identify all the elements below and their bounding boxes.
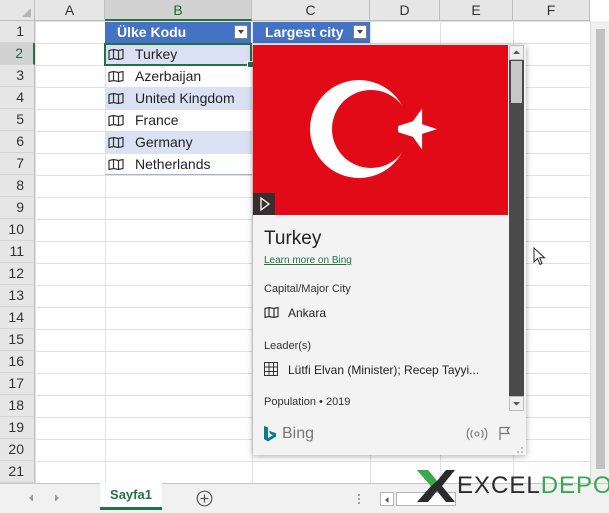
table-icon[interactable] bbox=[264, 362, 278, 376]
select-all-corner[interactable] bbox=[0, 0, 35, 21]
tab-scroll-right-icon[interactable] bbox=[52, 493, 62, 503]
row-header-6[interactable]: 6 bbox=[0, 131, 35, 153]
table-header-country-code[interactable]: Ülke Kodu bbox=[105, 22, 252, 43]
mouse-cursor-icon bbox=[533, 247, 546, 266]
table-row[interactable]: Germany bbox=[105, 131, 252, 153]
country-name: France bbox=[135, 112, 179, 128]
add-sheet-icon[interactable] bbox=[196, 490, 213, 507]
leader-value: Lütfi Elvan (Minister); Recep Tayyi... bbox=[288, 363, 480, 377]
column-header-a[interactable]: A bbox=[35, 0, 105, 21]
filter-dropdown-icon[interactable] bbox=[353, 25, 367, 39]
broadcast-icon[interactable] bbox=[466, 427, 488, 441]
table-row[interactable]: Netherlands bbox=[105, 153, 252, 175]
scroll-thumb[interactable] bbox=[511, 61, 522, 103]
column-header-d[interactable]: D bbox=[370, 0, 440, 21]
card-footer: Bing bbox=[253, 417, 526, 455]
active-cell-border bbox=[104, 43, 254, 68]
row-header-5[interactable]: 5 bbox=[0, 109, 35, 131]
chevron-left-icon bbox=[385, 497, 389, 503]
map-icon[interactable] bbox=[108, 137, 124, 148]
population-label: Population • 2019 bbox=[264, 396, 351, 408]
table-header-label: Largest city bbox=[265, 24, 344, 40]
leader-label: Leader(s) bbox=[264, 340, 312, 352]
filter-dropdown-icon[interactable] bbox=[234, 25, 248, 39]
row-header-19[interactable]: 19 bbox=[0, 417, 35, 439]
table-row[interactable]: Azerbaijan bbox=[105, 65, 252, 87]
row-header-4[interactable]: 4 bbox=[0, 87, 35, 109]
table-row[interactable]: United Kingdom bbox=[105, 87, 252, 109]
learn-more-link[interactable]: Learn more on Bing bbox=[264, 255, 352, 266]
row-header-12[interactable]: 12 bbox=[0, 263, 35, 285]
map-icon[interactable] bbox=[108, 159, 124, 170]
splitter-dots-icon[interactable] bbox=[356, 493, 362, 505]
country-name: United Kingdom bbox=[135, 90, 235, 106]
column-header-b[interactable]: B bbox=[105, 0, 252, 21]
table-row[interactable]: France bbox=[105, 109, 252, 131]
tab-sheet1[interactable]: Sayfa1 bbox=[100, 483, 162, 510]
row-header-21[interactable]: 21 bbox=[0, 461, 35, 483]
country-name: Germany bbox=[135, 134, 193, 150]
map-icon[interactable] bbox=[264, 307, 279, 318]
watermark-word-excel: EXCEL bbox=[457, 472, 541, 499]
tab-scroll-left-icon[interactable] bbox=[26, 493, 36, 503]
data-type-card[interactable]: Turkey Learn more on Bing Capital/Major … bbox=[253, 45, 526, 455]
row-header-15[interactable]: 15 bbox=[0, 329, 35, 351]
scroll-thumb[interactable] bbox=[596, 29, 605, 469]
column-header-e[interactable]: E bbox=[440, 0, 513, 21]
hscroll-left-button[interactable] bbox=[380, 492, 394, 506]
play-button[interactable] bbox=[253, 193, 275, 215]
card-scrollbar[interactable] bbox=[509, 45, 524, 411]
row-header-3[interactable]: 3 bbox=[0, 65, 35, 87]
play-icon bbox=[260, 196, 271, 212]
row-header-16[interactable]: 16 bbox=[0, 351, 35, 373]
country-name: Netherlands bbox=[135, 156, 211, 172]
map-icon[interactable] bbox=[108, 115, 124, 126]
row-header-8[interactable]: 8 bbox=[0, 175, 35, 197]
row-header-7[interactable]: 7 bbox=[0, 153, 35, 175]
table-header-label: Ülke Kodu bbox=[117, 24, 187, 40]
row-header-1[interactable]: 1 bbox=[0, 21, 35, 43]
turkey-flag-image bbox=[253, 45, 508, 215]
capital-value: Ankara bbox=[288, 306, 327, 320]
bing-logo-icon bbox=[264, 426, 276, 442]
map-icon[interactable] bbox=[108, 93, 124, 104]
scroll-down-button[interactable] bbox=[509, 396, 524, 411]
resize-grip-icon[interactable] bbox=[516, 446, 524, 454]
row-header-9[interactable]: 9 bbox=[0, 197, 35, 219]
row-header-17[interactable]: 17 bbox=[0, 373, 35, 395]
watermark-word-depo: DEPO bbox=[540, 472, 609, 499]
flag-report-icon[interactable] bbox=[498, 426, 512, 441]
row-header-11[interactable]: 11 bbox=[0, 241, 35, 263]
column-header-c[interactable]: C bbox=[252, 0, 370, 21]
vertical-scrollbar[interactable] bbox=[590, 21, 609, 483]
row-header-2[interactable]: 2 bbox=[0, 43, 35, 65]
column-header-f[interactable]: F bbox=[513, 0, 590, 21]
card-title: Turkey bbox=[264, 228, 322, 249]
row-header-18[interactable]: 18 bbox=[0, 395, 35, 417]
table-header-largest-city[interactable]: Largest city bbox=[253, 22, 370, 43]
bing-provider-label: Bing bbox=[282, 425, 315, 442]
row-header-13[interactable]: 13 bbox=[0, 285, 35, 307]
country-name: Azerbaijan bbox=[135, 68, 202, 84]
scroll-up-button[interactable] bbox=[509, 45, 524, 60]
row-header-14[interactable]: 14 bbox=[0, 307, 35, 329]
map-icon[interactable] bbox=[108, 71, 124, 82]
excel-depo-watermark-logo: EXCELDEPO bbox=[415, 466, 609, 506]
row-header-10[interactable]: 10 bbox=[0, 219, 35, 241]
capital-label: Capital/Major City bbox=[264, 283, 351, 295]
row-header-20[interactable]: 20 bbox=[0, 439, 35, 461]
